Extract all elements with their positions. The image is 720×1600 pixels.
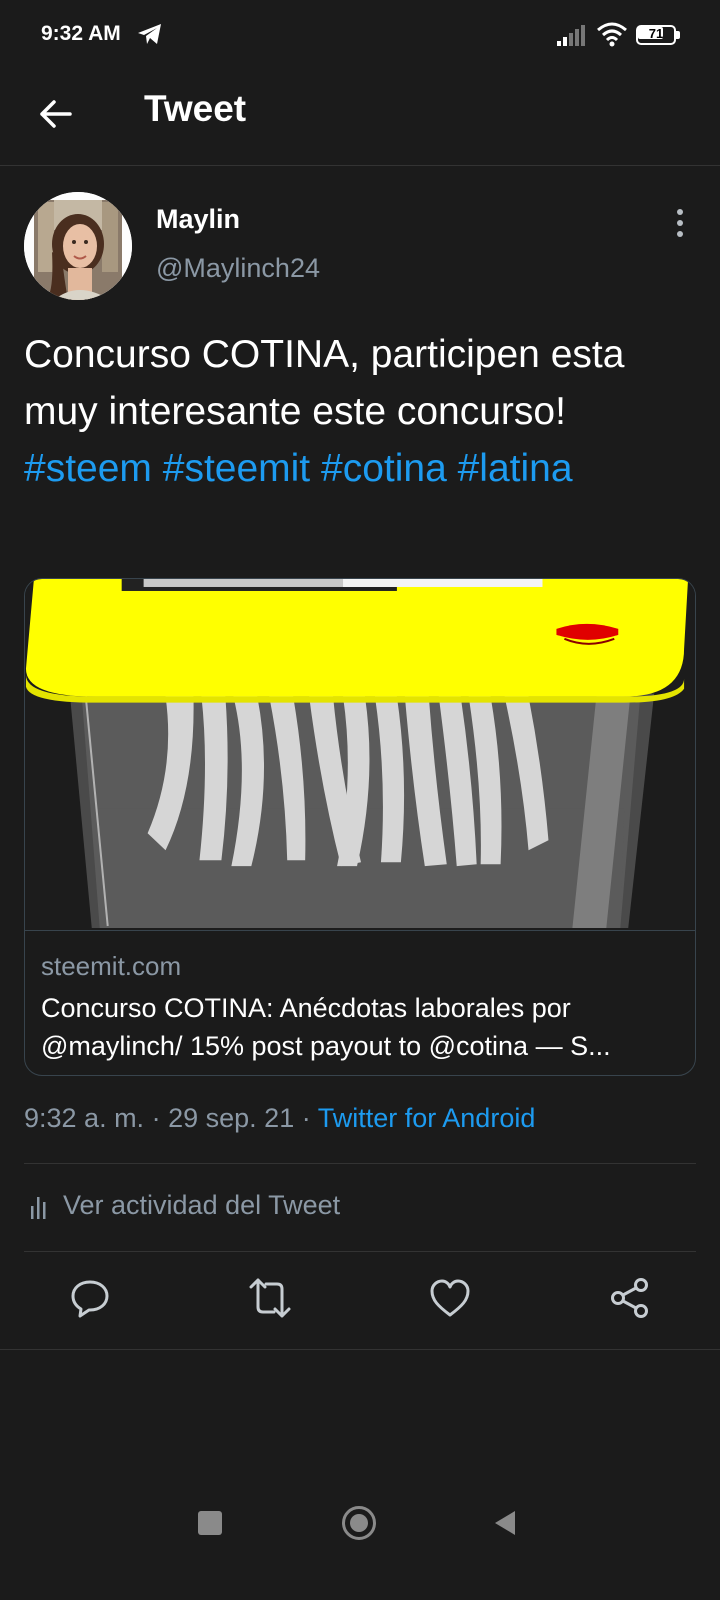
author-name[interactable]: Maylin: [156, 204, 240, 235]
page-title: Tweet: [144, 88, 247, 129]
avatar[interactable]: [24, 192, 132, 300]
status-time: 9:32 AM: [41, 22, 121, 45]
system-nav-bar: [0, 1500, 720, 1600]
retweet-icon[interactable]: [248, 1276, 292, 1320]
status-bar: 9:32 AM 71: [0, 0, 720, 72]
signal-icon: [557, 25, 585, 46]
arrow-left-icon[interactable]: [36, 94, 76, 134]
link-preview-card[interactable]: steemit.com Concurso COTINA: Anécdotas l…: [24, 578, 696, 1076]
card-title: Concurso COTINA: Anécdotas laborales por…: [41, 989, 681, 1065]
activity-label: Ver actividad del Tweet: [63, 1190, 341, 1220]
hashtag-link[interactable]: #steem: [24, 447, 152, 490]
share-icon[interactable]: [608, 1276, 652, 1320]
recent-apps-button[interactable]: [198, 1511, 222, 1535]
battery-icon: 71: [636, 25, 680, 45]
wifi-icon: [597, 22, 627, 47]
like-icon[interactable]: [428, 1276, 472, 1320]
bar-chart-icon: [31, 1197, 46, 1219]
more-options-icon[interactable]: [670, 208, 690, 240]
card-image: [25, 579, 695, 931]
app-header: Tweet: [0, 72, 720, 166]
battery-level: 71: [648, 26, 664, 41]
hashtag-link[interactable]: #cotina: [321, 447, 447, 490]
hashtag-link[interactable]: #steemit: [163, 447, 310, 490]
meta-separator: ·: [151, 1103, 161, 1133]
tweet-text: Concurso COTINA, participen esta muy int…: [24, 326, 694, 497]
reply-icon[interactable]: [68, 1276, 112, 1320]
tweet-source-link[interactable]: Twitter for Android: [318, 1103, 536, 1133]
tweet-body: Concurso COTINA, participen esta muy int…: [24, 333, 625, 433]
tweet-meta: 9:32 a. m. · 29 sep. 21 · Twitter for An…: [24, 1103, 535, 1134]
card-title-line: @maylinch/ 15% post payout to @cotina — …: [41, 1031, 611, 1061]
home-button[interactable]: [342, 1506, 376, 1540]
author-handle[interactable]: @Maylinch24: [156, 253, 320, 284]
divider: [24, 1163, 696, 1164]
back-nav-button[interactable]: [493, 1510, 517, 1536]
avatar-photo: [24, 192, 132, 300]
meta-separator: ·: [301, 1103, 311, 1133]
telegram-icon: [138, 24, 161, 44]
tweet-time: 9:32 a. m.: [24, 1103, 145, 1133]
action-bar: [0, 1252, 720, 1350]
hashtag-link[interactable]: #latina: [458, 447, 573, 490]
card-title-line: Concurso COTINA: Anécdotas laborales por: [41, 993, 571, 1023]
tweet-date: 29 sep. 21: [168, 1103, 295, 1133]
card-domain: steemit.com: [41, 951, 182, 981]
